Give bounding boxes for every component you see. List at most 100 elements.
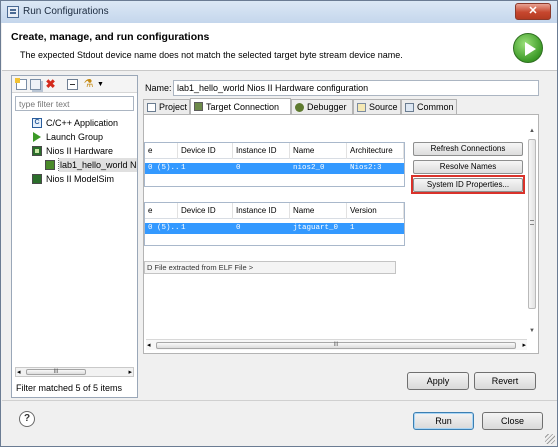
tab-debugger[interactable]: Debugger	[291, 99, 353, 115]
c-application-icon: C	[32, 118, 42, 128]
title-bar: Run Configurations ✕	[1, 1, 557, 23]
tab-label: Target Connection	[206, 102, 280, 112]
table-cell: jtaguart_0	[293, 224, 339, 232]
footer-divider	[2, 400, 557, 401]
tree-item-lab1-hello-world[interactable]: lab1_hello_world N	[12, 158, 137, 172]
byte-stream-devices-table: e Device ID Instance ID Name Version 0 (…	[144, 202, 405, 246]
run-configurations-window: Run Configurations ✕ Create, manage, and…	[0, 0, 558, 447]
apply-button[interactable]: Apply	[407, 372, 469, 390]
scroll-down-icon[interactable]: ▼	[528, 327, 536, 335]
tree-item-label: lab1_hello_world N	[58, 158, 137, 172]
configuration-toolbar: ✖ ⚗ ▼	[12, 76, 137, 93]
configuration-tabs: Project Target Connection Debugger Sourc…	[143, 98, 539, 116]
tree-item-label: Nios II Hardware	[46, 146, 114, 156]
filter-status: Filter matched 5 of 5 items	[16, 383, 123, 393]
tree-item-label: Launch Group	[46, 132, 104, 142]
column-header[interactable]: Instance ID	[233, 203, 290, 219]
refresh-connections-button[interactable]: Refresh Connections	[413, 142, 523, 156]
highlight-annotation	[411, 175, 525, 194]
scroll-right-icon[interactable]: ▸	[522, 341, 526, 349]
source-icon	[357, 103, 366, 112]
resize-grip-icon[interactable]	[545, 434, 555, 444]
bug-icon	[295, 103, 304, 112]
scrollbar-thumb[interactable]	[528, 139, 536, 309]
dialog-header: Create, manage, and run configurations T…	[2, 23, 557, 71]
tab-label: Project	[159, 102, 188, 112]
run-banner-icon	[513, 33, 543, 63]
chevron-down-icon[interactable]: ▼	[97, 79, 105, 90]
tree-horizontal-scrollbar[interactable]: ◂ III ▸	[15, 367, 134, 377]
column-header[interactable]: Device ID	[178, 203, 233, 219]
table-row[interactable]: 0 (5)... 1 0 jtaguart_0 1	[145, 223, 404, 234]
content-vertical-scrollbar[interactable]: ▲ ▼	[528, 127, 536, 335]
tab-label: Common	[417, 102, 454, 112]
tree-item-nios-ii-hardware[interactable]: Nios II Hardware	[12, 144, 137, 158]
filter-input[interactable]	[15, 96, 134, 111]
name-label: Name:	[145, 83, 172, 93]
delete-configuration-icon[interactable]: ✖	[45, 78, 56, 90]
table-cell: 0	[236, 164, 241, 172]
new-configuration-icon[interactable]	[15, 78, 27, 90]
modelsim-icon	[32, 174, 42, 184]
scrollbar-thumb[interactable]: III	[26, 369, 86, 375]
duplicate-configuration-icon[interactable]	[30, 79, 41, 90]
column-header[interactable]: Instance ID	[233, 143, 290, 159]
tab-project[interactable]: Project	[143, 99, 190, 115]
tab-common[interactable]: Common	[401, 99, 457, 115]
table-cell: 1	[181, 164, 186, 172]
tree-item-label: Nios II ModelSim	[46, 174, 115, 184]
run-configurations-icon	[7, 6, 19, 18]
configuration-editor: Name: lab1_hello_world Nios II Hardware …	[143, 79, 541, 399]
collapse-all-icon[interactable]	[67, 79, 78, 90]
column-header[interactable]: Version	[347, 203, 404, 219]
processors-table: e Device ID Instance ID Name Architectur…	[144, 142, 405, 187]
tree-item-nios-ii-modelsim[interactable]: Nios II ModelSim	[12, 172, 137, 186]
scroll-left-icon[interactable]: ◂	[147, 341, 151, 349]
table-cell: 1	[181, 224, 186, 232]
common-icon	[405, 103, 414, 112]
nios-hardware-icon	[32, 146, 42, 156]
column-header[interactable]: Architecture	[347, 143, 404, 159]
close-button[interactable]: Close	[482, 412, 543, 430]
launch-group-icon	[33, 132, 41, 142]
scroll-right-icon[interactable]: ▸	[128, 369, 132, 376]
window-close-button[interactable]: ✕	[515, 3, 551, 20]
column-header[interactable]: Name	[290, 143, 347, 159]
column-header[interactable]: e	[145, 203, 178, 219]
table-cell: 0 (5)...	[148, 224, 178, 232]
scroll-left-icon[interactable]: ◂	[17, 369, 21, 376]
tree-item-launch-group[interactable]: Launch Group	[12, 130, 137, 144]
resolve-names-button[interactable]: Resolve Names	[413, 160, 523, 174]
target-connection-panel: e Device ID Instance ID Name Architectur…	[143, 114, 539, 354]
scroll-up-icon[interactable]: ▲	[528, 127, 536, 135]
table-cell: 1	[350, 224, 355, 232]
run-button[interactable]: Run	[413, 412, 474, 430]
scrollbar-thumb[interactable]: III	[156, 342, 516, 349]
header-message: The expected Stdout device name does not…	[20, 50, 403, 60]
column-header[interactable]: e	[145, 143, 178, 159]
table-cell: 0 (5)...	[148, 164, 178, 172]
target-connection-icon	[194, 102, 203, 111]
grip-icon	[530, 220, 534, 225]
revert-button[interactable]: Revert	[474, 372, 536, 390]
column-header[interactable]: Device ID	[178, 143, 233, 159]
nios-configuration-icon	[45, 160, 55, 170]
table-cell: 0	[236, 224, 241, 232]
tab-label: Source	[369, 102, 398, 112]
header-title: Create, manage, and run configurations	[11, 31, 210, 43]
filter-configurations-icon[interactable]: ⚗	[83, 79, 94, 90]
content-horizontal-scrollbar[interactable]: ◂ III ▸	[146, 339, 527, 350]
table-cell: Nios2:3	[350, 164, 382, 172]
elf-file-field: D File extracted from ELF File >	[144, 261, 396, 274]
configuration-list-panel: ✖ ⚗ ▼ C C/C++ Application Launch Group N…	[11, 75, 138, 398]
table-header: e Device ID Instance ID Name Version	[145, 203, 404, 219]
window-title: Run Configurations	[23, 6, 109, 17]
tab-source[interactable]: Source	[353, 99, 401, 115]
help-icon[interactable]: ?	[19, 411, 35, 427]
tree-item-cpp-application[interactable]: C C/C++ Application	[12, 116, 137, 130]
configuration-name-input[interactable]: lab1_hello_world Nios II Hardware config…	[173, 80, 539, 96]
table-row[interactable]: 0 (5)... 1 0 nios2_0 Nios2:3	[145, 163, 404, 174]
tab-label: Debugger	[307, 102, 347, 112]
column-header[interactable]: Name	[290, 203, 347, 219]
tree-item-label: C/C++ Application	[46, 118, 119, 128]
